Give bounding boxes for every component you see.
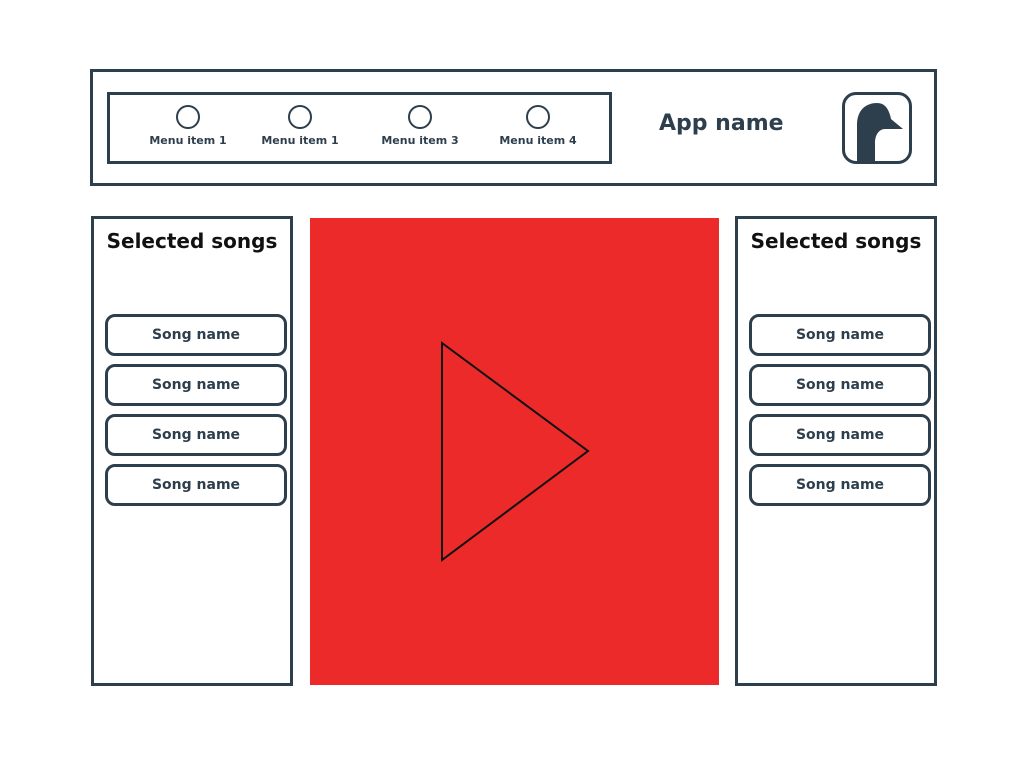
- song-item[interactable]: Song name: [749, 314, 931, 356]
- song-item[interactable]: Song name: [105, 364, 287, 406]
- page: Menu item 1 Menu item 1 Menu item 3 Menu…: [0, 0, 1024, 768]
- song-item[interactable]: Song name: [105, 414, 287, 456]
- song-list: Song name Song name Song name Song name: [105, 314, 287, 514]
- circle-icon: [408, 105, 432, 129]
- song-list: Song name Song name Song name Song name: [749, 314, 931, 514]
- menu-item-label: Menu item 1: [261, 134, 339, 147]
- menu-item-2[interactable]: Menu item 1: [250, 105, 350, 155]
- left-song-panel: Selected songs Song name Song name Song …: [91, 216, 293, 686]
- circle-icon: [526, 105, 550, 129]
- song-item[interactable]: Song name: [105, 314, 287, 356]
- video-player[interactable]: [310, 218, 719, 685]
- menu-item-label: Menu item 3: [381, 134, 459, 147]
- menu-item-label: Menu item 1: [149, 134, 227, 147]
- right-song-panel: Selected songs Song name Song name Song …: [735, 216, 937, 686]
- song-item[interactable]: Song name: [749, 414, 931, 456]
- menu-bar: Menu item 1 Menu item 1 Menu item 3 Menu…: [107, 92, 612, 164]
- menu-item-4[interactable]: Menu item 4: [488, 105, 588, 155]
- circle-icon: [288, 105, 312, 129]
- menu-item-3[interactable]: Menu item 3: [370, 105, 470, 155]
- menu-item-label: Menu item 4: [499, 134, 577, 147]
- circle-icon: [176, 105, 200, 129]
- menu-item-1[interactable]: Menu item 1: [138, 105, 238, 155]
- bird-logo-icon[interactable]: [842, 92, 912, 164]
- panel-title: Selected songs: [750, 229, 922, 253]
- panel-title: Selected songs: [106, 229, 278, 253]
- song-item[interactable]: Song name: [749, 464, 931, 506]
- song-item[interactable]: Song name: [749, 364, 931, 406]
- play-icon[interactable]: [310, 218, 719, 685]
- song-item[interactable]: Song name: [105, 464, 287, 506]
- app-name: App name: [659, 111, 784, 136]
- header: Menu item 1 Menu item 1 Menu item 3 Menu…: [90, 69, 937, 186]
